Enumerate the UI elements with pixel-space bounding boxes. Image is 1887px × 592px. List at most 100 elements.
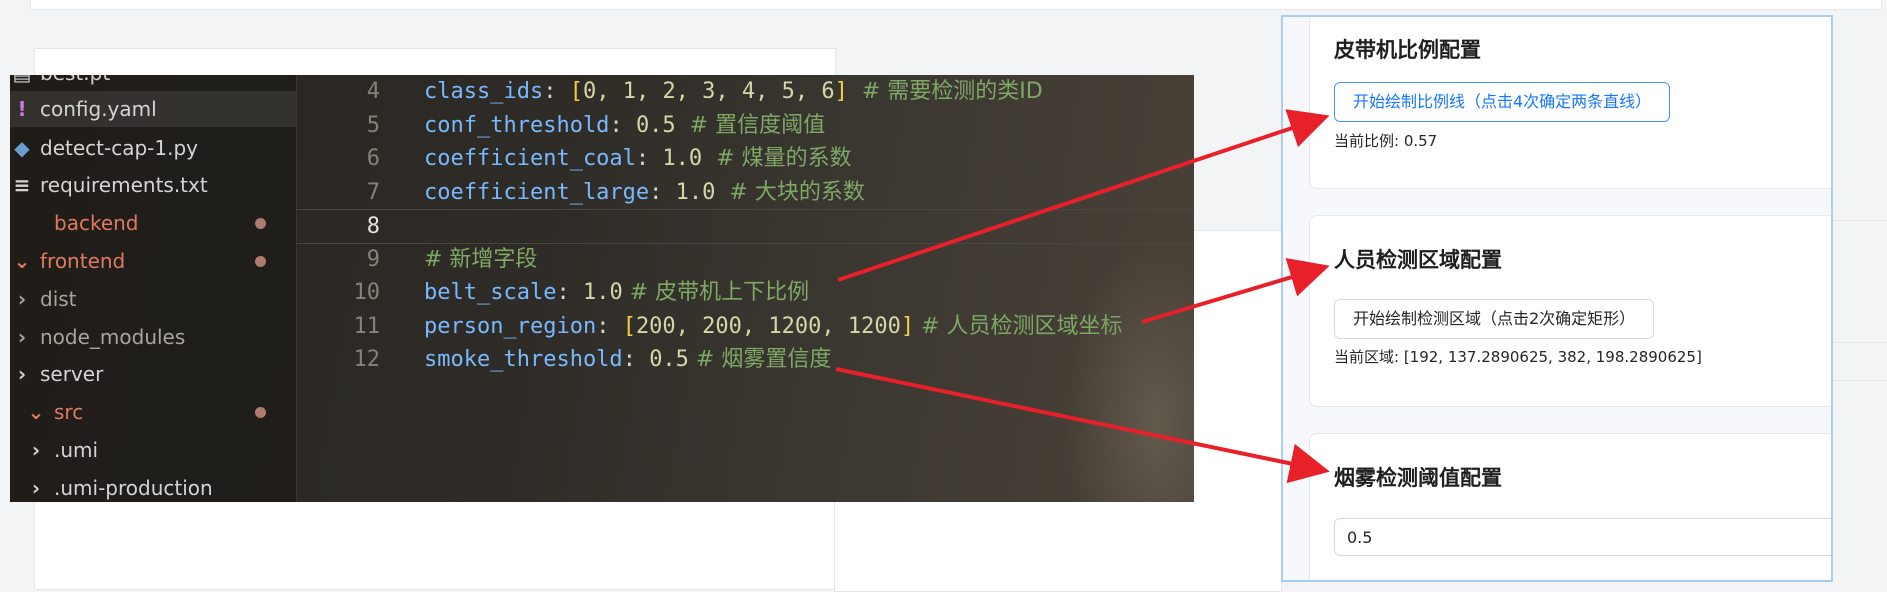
explorer-item[interactable]: backend xyxy=(10,205,296,241)
code-text: belt_scale: 1.0 # 皮带机上下比例 xyxy=(424,276,809,309)
code-line[interactable]: 12 smoke_threshold: 0.5 # 烟雾置信度 xyxy=(296,343,1194,376)
explorer-item[interactable]: ! config.yaml xyxy=(10,91,296,127)
modified-dot-icon xyxy=(255,407,266,418)
explorer-item[interactable]: ⌄ src xyxy=(10,394,296,430)
yaml-separator: : xyxy=(649,179,676,205)
yaml-comment: # 大块的系数 xyxy=(715,179,865,205)
yaml-comment: # 需要检测的类ID xyxy=(847,79,1043,104)
smoke-threshold-card: 烟雾检测阈值配置 xyxy=(1309,433,1831,580)
code-editor-screenshot: ▤ best.pt ! config.yaml ◆ detect-cap-1.py ≡ req… xyxy=(10,75,1194,502)
modified-dot-icon xyxy=(255,256,266,267)
line-number: 10 xyxy=(353,280,381,305)
explorer-item-label: backend xyxy=(54,211,139,235)
yaml-key: belt_scale xyxy=(424,280,557,305)
python-icon: ◆ xyxy=(14,136,30,160)
yaml-bracket: [ xyxy=(622,313,636,339)
explorer-item[interactable]: › .umi-production xyxy=(10,470,296,502)
code-line[interactable]: 8 xyxy=(296,209,1194,244)
yaml-key: coefficient_large xyxy=(424,179,650,205)
line-number: 6 xyxy=(366,146,380,171)
yaml-value: 0.5 xyxy=(635,112,676,138)
line-number: 4 xyxy=(366,79,380,104)
code-line[interactable]: 5 conf_threshold: 0.5 # 置信度阈值 xyxy=(296,109,1194,142)
yaml-separator: : xyxy=(596,313,623,339)
explorer-item[interactable]: › dist xyxy=(10,281,296,317)
explorer-item-label: dist xyxy=(40,287,77,311)
explorer-item-label: best.pt xyxy=(40,75,110,85)
explorer-item-label: .umi xyxy=(54,438,99,462)
code-line[interactable]: 4 class_ids: [0, 1, 2, 3, 4, 5, 6] # 需要检测… xyxy=(296,75,1194,108)
code-line[interactable]: 9 # 新增字段 xyxy=(296,243,1194,276)
background-divider xyxy=(1830,220,1887,221)
yaml-separator: : xyxy=(622,347,650,372)
file-explorer: ▤ best.pt ! config.yaml ◆ detect-cap-1.py ≡ req… xyxy=(10,75,297,502)
yaml-bracket: ] xyxy=(900,313,915,339)
explorer-item-label: node_modules xyxy=(40,325,186,349)
explorer-item-label: frontend xyxy=(40,249,126,273)
explorer-item[interactable]: › server xyxy=(10,356,296,392)
person-region-card: 人员检测区域配置 开始绘制检测区域（点击2次确定矩形） 当前区域: [192, … xyxy=(1309,215,1831,407)
yaml-value: 1.0 xyxy=(662,146,703,171)
code-text: coefficient_coal: 1.0 # 煤量的系数 xyxy=(424,142,852,175)
yaml-separator: : xyxy=(609,112,636,138)
line-number: 9 xyxy=(366,246,380,272)
explorer-item[interactable]: ◆ detect-cap-1.py xyxy=(10,130,296,166)
line-number: 12 xyxy=(353,347,381,372)
yaml-separator: : xyxy=(543,79,570,104)
yaml-value: 0, 1, 2, 3, 4, 5, 6 xyxy=(582,79,835,104)
folder-open-icon: ⌄ xyxy=(13,249,31,273)
draw-scale-line-button[interactable]: 开始绘制比例线（点击4次确定两条直线） xyxy=(1334,82,1671,122)
smoke-threshold-title: 烟雾检测阈值配置 xyxy=(1334,466,1502,490)
code-line[interactable]: 6 coefficient_coal: 1.0 # 煤量的系数 xyxy=(296,142,1194,175)
chevron-down-icon: ⌄ xyxy=(27,400,45,424)
current-region-text: 当前区域: [192, 137.2890625, 382, 198.289062… xyxy=(1334,348,1702,366)
explorer-item[interactable]: ≡ requirements.txt xyxy=(10,167,296,203)
background-top-card xyxy=(30,0,1882,10)
yaml-bracket: [ xyxy=(569,79,583,104)
code-view: 4 class_ids: [0, 1, 2, 3, 4, 5, 6] # 需要检测… xyxy=(296,75,1194,502)
explorer-item[interactable]: ▤ best.pt xyxy=(10,75,296,91)
smoke-threshold-input[interactable] xyxy=(1334,518,1831,556)
yaml-bracket: ] xyxy=(834,79,848,104)
code-text: person_region: [200, 200, 1200, 1200] # … xyxy=(424,310,1123,343)
person-region-title: 人员检测区域配置 xyxy=(1334,248,1502,272)
explorer-item[interactable]: › .umi xyxy=(10,432,296,468)
explorer-item-label: src xyxy=(54,400,84,424)
code-text: coefficient_large: 1.0 # 大块的系数 xyxy=(424,176,865,209)
yaml-comment: # 皮带机上下比例 xyxy=(622,280,810,305)
background-divider xyxy=(1830,380,1887,381)
yaml-comment: # 置信度阈值 xyxy=(675,112,826,138)
yaml-key: conf_threshold xyxy=(424,112,610,138)
explorer-item[interactable]: ⌄ frontend xyxy=(10,243,296,279)
chevron-right-icon: › xyxy=(17,325,27,349)
file-icon: ▤ xyxy=(10,75,34,91)
current-scale-text: 当前比例: 0.57 xyxy=(1334,132,1438,150)
config-panel: 皮带机比例配置 开始绘制比例线（点击4次确定两条直线） 当前比例: 0.57 人… xyxy=(1281,15,1833,582)
yaml-separator: : xyxy=(635,146,663,171)
yaml-value: 1.0 xyxy=(582,280,623,305)
yaml-key: person_region xyxy=(424,313,597,339)
explorer-item[interactable]: › node_modules xyxy=(10,319,296,355)
yaml-separator: : xyxy=(556,280,583,305)
editor-background-art xyxy=(1064,242,1194,502)
belt-scale-card: 皮带机比例配置 开始绘制比例线（点击4次确定两条直线） 当前比例: 0.57 xyxy=(1309,17,1831,189)
code-text: conf_threshold: 0.5 # 置信度阈值 xyxy=(424,109,825,142)
code-line[interactable]: 7 coefficient_large: 1.0 # 大块的系数 xyxy=(296,176,1194,209)
explorer-item-label: .umi-production xyxy=(54,476,213,500)
explorer-item-label: server xyxy=(40,362,104,386)
yaml-key: coefficient_coal xyxy=(424,146,636,171)
code-text: class_ids: [0, 1, 2, 3, 4, 5, 6] # 需要检测的… xyxy=(424,75,1043,108)
code-line[interactable]: 10 belt_scale: 1.0 # 皮带机上下比例 xyxy=(296,276,1194,309)
text-file-icon: ≡ xyxy=(13,173,31,197)
code-text: # 新增字段 xyxy=(424,243,537,276)
chevron-right-icon: › xyxy=(17,287,27,311)
chevron-right-icon: › xyxy=(31,438,41,462)
belt-scale-title: 皮带机比例配置 xyxy=(1334,38,1481,62)
background-divider xyxy=(1830,342,1887,343)
yaml-value: 1.0 xyxy=(675,179,716,205)
code-line[interactable]: 11 person_region: [200, 200, 1200, 1200] … xyxy=(296,310,1194,343)
yaml-key: class_ids xyxy=(424,79,544,104)
draw-region-button[interactable]: 开始绘制检测区域（点击2次确定矩形） xyxy=(1334,299,1655,339)
line-number: 8 xyxy=(366,214,380,239)
yaml-comment: # 烟雾置信度 xyxy=(688,347,832,372)
